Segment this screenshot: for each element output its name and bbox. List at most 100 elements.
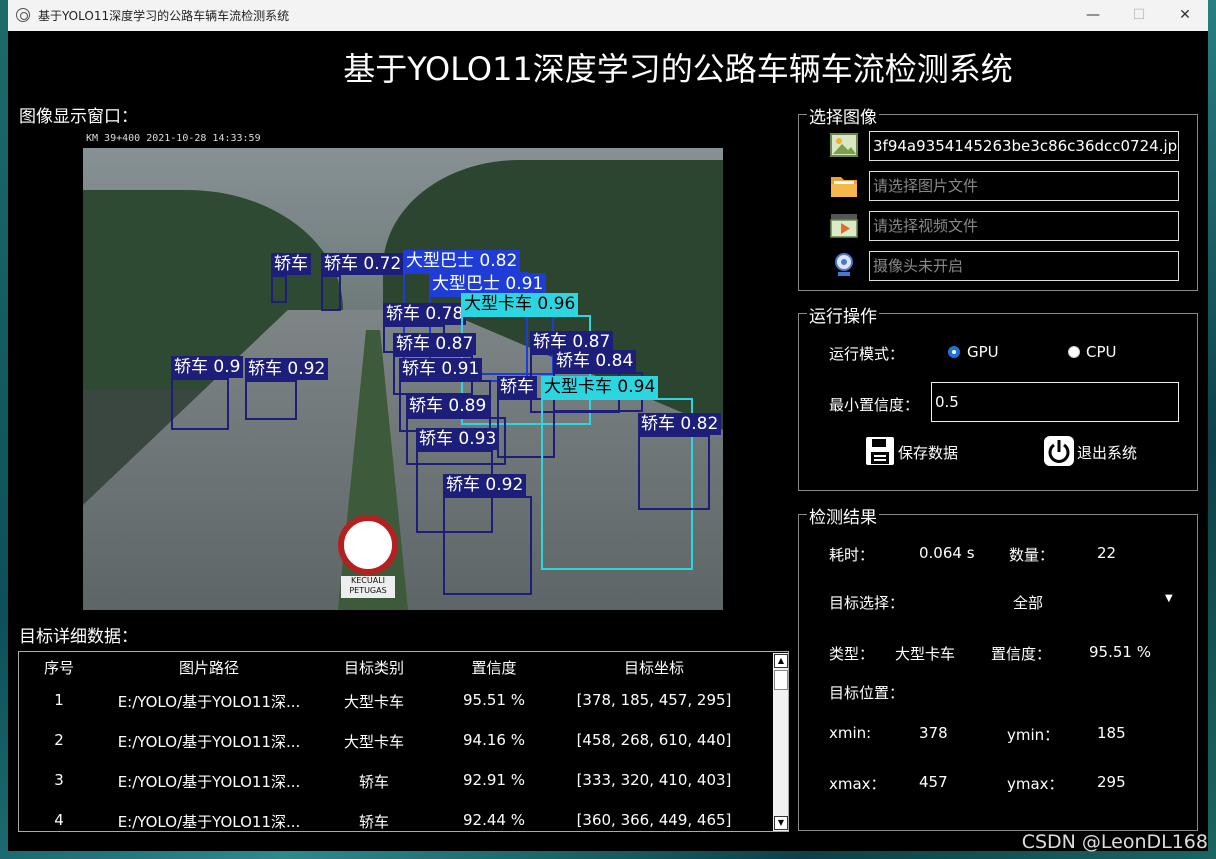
cell-confidence: 95.51 % xyxy=(463,691,525,709)
detection-label: 轿车 0.82 xyxy=(638,413,722,435)
count-value: 22 xyxy=(1097,544,1117,562)
cell-coords: [333, 320, 410, 403] xyxy=(576,771,732,789)
image-file-icon[interactable] xyxy=(829,131,859,159)
image-file-field[interactable]: 3f94a9354145263be3c86c36dcc0724.jpg xyxy=(869,131,1179,161)
cpu-label[interactable]: CPU xyxy=(1086,343,1117,361)
exit-button-label: 退出系统 xyxy=(1077,444,1138,462)
camera-field[interactable]: 摄像头未开启 xyxy=(869,251,1179,281)
save-icon xyxy=(866,437,894,465)
target-select-dropdown[interactable]: 全部 ▼ xyxy=(1009,585,1184,617)
cell-confidence: 94.16 % xyxy=(463,731,525,749)
detection-label: 轿车 0.92 xyxy=(245,358,329,380)
no-u-turn-sign xyxy=(338,515,398,575)
chevron-down-icon: ▼ xyxy=(1165,593,1173,604)
cell-class: 大型卡车 xyxy=(343,733,404,751)
results-group: 检测结果 耗时： 0.064 s 数量： 22 目标选择： 全部 ▼ 类型： 大… xyxy=(798,503,1198,831)
select-image-group: 选择图像 3f94a9354145263be3c86c36dcc0724.jpg… xyxy=(798,103,1198,291)
results-title: 检测结果 xyxy=(807,503,879,528)
detection-box: 轿车 0.72 xyxy=(321,253,405,311)
detection-label: 大型巴士 0.91 xyxy=(429,273,547,295)
cell-class: 大型卡车 xyxy=(343,693,404,711)
ymin-label: ymin： xyxy=(1007,726,1060,744)
select-image-title: 选择图像 xyxy=(807,103,879,128)
cell-path: E:/YOLO/基于YOLO11深... xyxy=(117,813,301,831)
cell-index: 2 xyxy=(54,731,64,749)
detection-label: 轿车 xyxy=(271,253,311,275)
cell-class: 轿车 xyxy=(358,773,389,791)
cell-confidence: 92.91 % xyxy=(463,771,525,789)
detection-label: 轿车 0.9 xyxy=(171,356,244,378)
time-value: 0.064 s xyxy=(919,544,975,562)
detection-label: 大型巴士 0.82 xyxy=(403,250,521,272)
ymax-value: 295 xyxy=(1097,773,1126,791)
folder-icon[interactable] xyxy=(829,171,859,199)
cell-coords: [458, 268, 610, 440] xyxy=(576,731,732,749)
cell-index: 4 xyxy=(54,811,64,829)
image-folder-field[interactable]: 请选择图片文件 xyxy=(869,171,1179,201)
window-title: 基于YOLO11深度学习的公路车辆车流检测系统 xyxy=(38,9,290,23)
gpu-radio[interactable] xyxy=(948,346,960,358)
exit-button[interactable]: 退出系统 xyxy=(1044,436,1174,466)
cpu-radio[interactable] xyxy=(1068,346,1080,358)
detection-label: 轿车 0.84 xyxy=(553,350,637,372)
app-window: 基于YOLO11深度学习的公路车辆车流检测系统 — ☐ ✕ 基于YOLO11深度… xyxy=(8,0,1208,851)
type-label: 类型： xyxy=(829,645,875,663)
detection-label: 大型卡车 0.94 xyxy=(541,376,659,398)
time-label: 耗时： xyxy=(829,546,875,564)
confidence-label: 最小置信度： xyxy=(829,396,920,414)
detection-label: 轿车 0.92 xyxy=(443,474,527,496)
gpu-label[interactable]: GPU xyxy=(967,343,999,361)
xmax-value: 457 xyxy=(919,773,948,791)
close-button[interactable]: ✕ xyxy=(1162,0,1208,31)
title-bar: 基于YOLO11深度学习的公路车辆车流检测系统 — ☐ ✕ xyxy=(8,0,1208,31)
scroll-up-icon[interactable]: ▲ xyxy=(774,654,788,668)
detection-label: 轿车 0.93 xyxy=(416,428,500,450)
camera-icon[interactable] xyxy=(829,251,859,279)
detection-box: 轿车 0.92 xyxy=(245,358,329,420)
scroll-thumb[interactable] xyxy=(774,670,788,690)
osd-timestamp: KM 39+400 2021-10-28 14:33:59 xyxy=(86,133,261,144)
col-header-coords[interactable]: 目标坐标 xyxy=(549,657,759,678)
target-select-label: 目标选择： xyxy=(829,594,905,612)
detection-label: 轿车 0.78 xyxy=(383,303,467,325)
maximize-button[interactable]: ☐ xyxy=(1116,0,1162,31)
video-file-icon[interactable] xyxy=(829,211,859,239)
position-label: 目标位置： xyxy=(829,684,905,702)
app-icon xyxy=(16,8,30,22)
detection-label: 轿车 0.91 xyxy=(399,358,483,380)
run-mode-label: 运行模式： xyxy=(829,345,905,363)
table-scrollbar[interactable]: ▲ ▼ xyxy=(773,653,788,831)
save-button-label: 保存数据 xyxy=(898,444,959,462)
detection-label: 轿车 0.72 xyxy=(321,253,405,275)
cell-coords: [360, 366, 449, 465] xyxy=(576,811,732,829)
confidence-input[interactable]: 0.5 xyxy=(931,382,1179,422)
cell-class: 轿车 xyxy=(358,813,389,831)
cell-confidence: 92.44 % xyxy=(463,811,525,829)
cell-path: E:/YOLO/基于YOLO11深... xyxy=(117,733,301,751)
conf-value: 95.51 % xyxy=(1089,643,1151,661)
col-header-path[interactable]: 图片路径 xyxy=(109,657,309,678)
minimize-button[interactable]: — xyxy=(1070,0,1116,31)
scroll-down-icon[interactable]: ▼ xyxy=(774,816,788,830)
col-header-class[interactable]: 目标类别 xyxy=(324,657,424,678)
xmin-label: xmin: xyxy=(829,724,872,742)
save-button[interactable]: 保存数据 xyxy=(865,436,995,466)
video-file-field[interactable]: 请选择视频文件 xyxy=(869,211,1179,241)
run-ops-title: 运行操作 xyxy=(807,302,879,327)
cell-path: E:/YOLO/基于YOLO11深... xyxy=(117,693,301,711)
run-ops-group: 运行操作 运行模式： GPU CPU 最小置信度： 0.5 保存数据 退出系统 xyxy=(798,302,1198,491)
col-header-confidence[interactable]: 置信度 xyxy=(444,657,544,678)
cell-path: E:/YOLO/基于YOLO11深... xyxy=(117,773,301,791)
cell-coords: [378, 185, 457, 295] xyxy=(576,691,732,709)
watermark: CSDN @LeonDL168 xyxy=(1021,831,1208,853)
col-header-index[interactable]: 序号 xyxy=(29,657,89,678)
conf-label: 置信度： xyxy=(991,645,1052,663)
target-select-value: 全部 xyxy=(1013,594,1044,612)
xmin-value: 378 xyxy=(919,724,948,742)
xmax-label: xmax： xyxy=(829,775,886,793)
cell-index: 3 xyxy=(54,771,64,789)
power-icon xyxy=(1044,436,1074,466)
sign-plate: KECUALI PETUGAS xyxy=(341,576,395,598)
detection-label: 轿车 0.87 xyxy=(393,333,477,355)
ymax-label: ymax： xyxy=(1007,775,1064,793)
